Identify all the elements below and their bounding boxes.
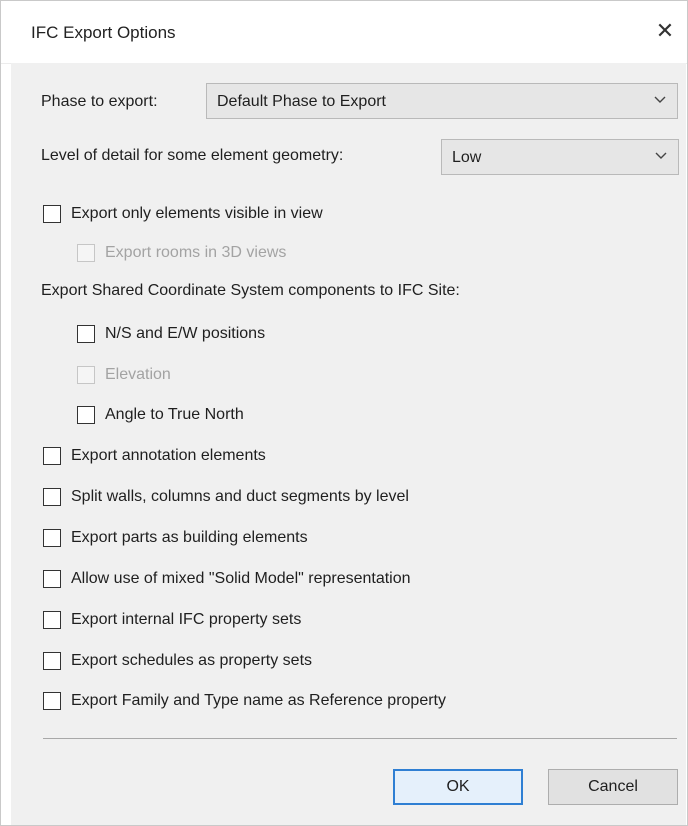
checkbox-row-split-walls[interactable]: Split walls, columns and duct segments b…	[43, 484, 409, 510]
ok-button[interactable]: OK	[393, 769, 523, 805]
checkbox-row-visible-only[interactable]: Export only elements visible in view	[43, 201, 323, 227]
checkbox-parts[interactable]	[43, 529, 61, 547]
checkbox-label: Export annotation elements	[71, 447, 266, 464]
checkbox-split-walls[interactable]	[43, 488, 61, 506]
checkbox-mixed-solid[interactable]	[43, 570, 61, 588]
chevron-down-icon	[655, 152, 667, 159]
checkbox-label: Elevation	[105, 366, 171, 383]
dialog-body: Phase to export: Default Phase to Export…	[11, 63, 686, 825]
phase-label: Phase to export:	[41, 93, 158, 110]
checkbox-label: Export rooms in 3D views	[105, 244, 287, 261]
checkbox-row-rooms-3d: Export rooms in 3D views	[77, 240, 286, 266]
phase-select[interactable]: Default Phase to Export	[206, 83, 678, 119]
checkbox-label: Export only elements visible in view	[71, 205, 323, 222]
checkbox-row-true-north[interactable]: Angle to True North	[77, 402, 244, 428]
checkbox-label: Export schedules as property sets	[71, 652, 313, 669]
title-bar: IFC Export Options ✕	[1, 1, 687, 64]
checkbox-label: Split walls, columns and duct segments b…	[71, 488, 409, 505]
checkbox-row-elevation: Elevation	[77, 362, 171, 388]
checkbox-label: Allow use of mixed "Solid Model" represe…	[71, 570, 411, 587]
checkbox-elevation	[77, 366, 95, 384]
detail-select[interactable]: Low	[441, 139, 679, 175]
checkbox-label: Angle to True North	[105, 406, 244, 423]
phase-select-value: Default Phase to Export	[217, 93, 386, 110]
checkbox-row-annotation[interactable]: Export annotation elements	[43, 443, 266, 469]
checkbox-true-north[interactable]	[77, 406, 95, 424]
chevron-down-icon	[654, 96, 666, 103]
checkbox-label: Export parts as building elements	[71, 529, 308, 546]
checkbox-schedules[interactable]	[43, 652, 61, 670]
checkbox-internal-psets[interactable]	[43, 611, 61, 629]
checkbox-annotation[interactable]	[43, 447, 61, 465]
checkbox-ns-ew[interactable]	[77, 325, 95, 343]
checkbox-row-ns-ew[interactable]: N/S and E/W positions	[77, 321, 265, 347]
checkbox-family-type[interactable]	[43, 692, 61, 710]
divider	[43, 738, 677, 739]
checkbox-row-mixed-solid[interactable]: Allow use of mixed "Solid Model" represe…	[43, 566, 411, 592]
ifc-export-options-dialog: IFC Export Options ✕ Phase to export: De…	[0, 0, 688, 826]
close-button[interactable]: ✕	[649, 15, 681, 47]
shared-coords-heading: Export Shared Coordinate System componen…	[41, 282, 460, 299]
cancel-button[interactable]: Cancel	[548, 769, 678, 805]
checkbox-rooms-3d	[77, 244, 95, 262]
detail-label: Level of detail for some element geometr…	[41, 147, 344, 164]
detail-select-value: Low	[452, 149, 482, 166]
checkbox-row-schedules[interactable]: Export schedules as property sets	[43, 648, 312, 674]
checkbox-row-internal-psets[interactable]: Export internal IFC property sets	[43, 607, 301, 633]
checkbox-row-parts[interactable]: Export parts as building elements	[43, 525, 308, 551]
checkbox-row-family-type[interactable]: Export Family and Type name as Reference…	[43, 688, 446, 714]
checkbox-label: N/S and E/W positions	[105, 325, 266, 342]
checkbox-label: Export internal IFC property sets	[71, 611, 302, 628]
checkbox-visible-only[interactable]	[43, 205, 61, 223]
checkbox-label: Export Family and Type name as Reference…	[71, 692, 446, 709]
dialog-title: IFC Export Options	[31, 23, 176, 42]
close-icon: ✕	[655, 18, 675, 43]
